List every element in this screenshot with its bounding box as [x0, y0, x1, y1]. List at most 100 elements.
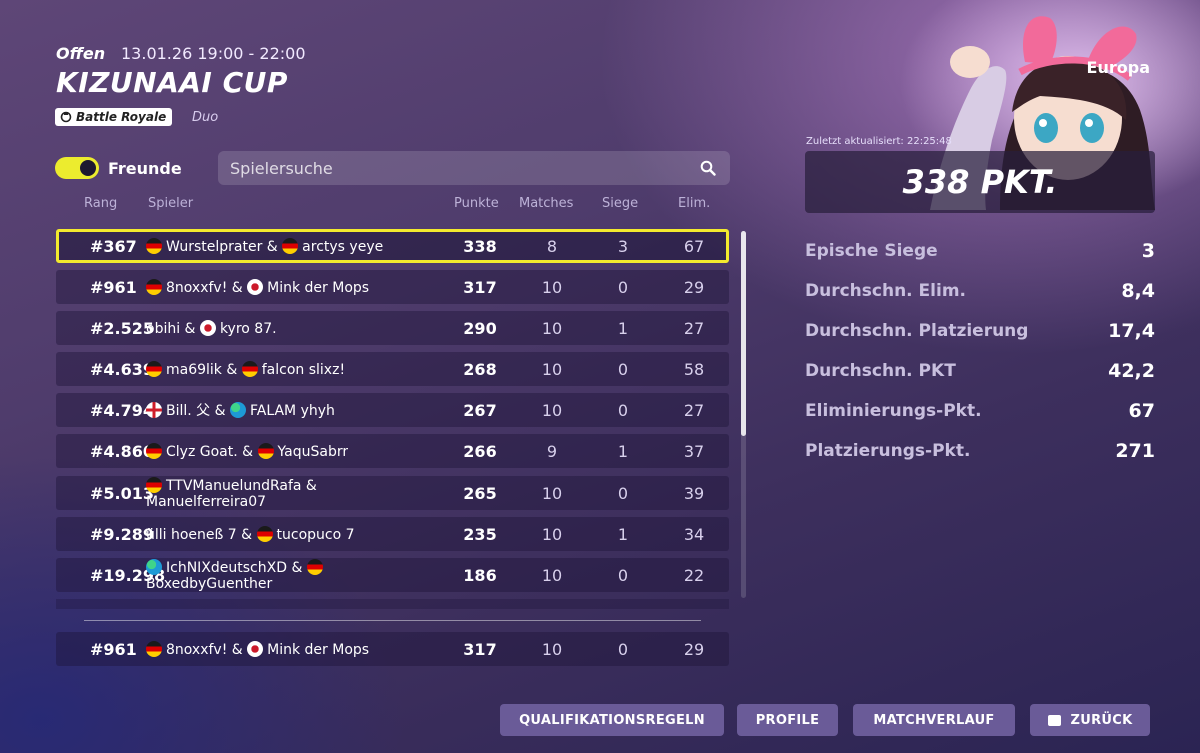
- flag-icon: [247, 640, 264, 657]
- battle-royale-icon: [60, 111, 72, 123]
- leaderboard-row[interactable]: #4.639 ma69lik & falcon slixz! 268 10 0 58: [56, 352, 729, 386]
- player-2-name: Mink der Mops: [267, 279, 370, 296]
- player-2-name: tucopuco 7: [276, 526, 355, 543]
- matches: 10: [541, 639, 563, 659]
- player-1-name: TTVManuelundRafa: [166, 477, 302, 494]
- divider: [84, 620, 701, 621]
- qualification-rules-label: QUALIFIKATIONSREGELN: [519, 712, 705, 728]
- leaderboard-row[interactable]: #961 8noxxfv! & Mink der Mops 317 10 0 29: [56, 632, 729, 666]
- column-rank: Rang: [84, 196, 118, 211]
- stat-label-elim-points: Eliminierungs-Pkt.: [805, 401, 982, 421]
- player-2-name: YaquSabrr: [277, 443, 349, 460]
- toggle-knob: [80, 160, 96, 176]
- flag-icon: [247, 278, 264, 295]
- team-players: IchNIXdeutschXD & BoxedbyGuenther: [146, 558, 438, 592]
- rank: #4.860: [90, 441, 155, 461]
- stat-value-epic-wins: 3: [1141, 240, 1155, 262]
- leaderboard-row[interactable]: #4.794 Bill. 父 & FALAM yhyh 267 10 0 27: [56, 393, 729, 427]
- wins: 0: [617, 565, 629, 585]
- matches: 10: [541, 565, 563, 585]
- leaderboard-row[interactable]: #961 8noxxfv! & Mink der Mops 317 10 0 29: [56, 270, 729, 304]
- esc-key-icon: [1047, 714, 1061, 726]
- stat-label-placement-points: Platzierungs-Pkt.: [805, 441, 971, 461]
- wins: 0: [617, 359, 629, 379]
- player-1-name: Clyz Goat.: [166, 443, 238, 460]
- search-icon[interactable]: [700, 160, 716, 176]
- flag-icon: [146, 360, 162, 377]
- flag-icon: [146, 558, 162, 575]
- region-label: Europa: [1086, 58, 1150, 77]
- scrollbar-thumb[interactable]: [741, 231, 746, 436]
- rank: #4.794: [90, 400, 155, 420]
- elims: 39: [683, 483, 705, 503]
- points: 266: [463, 441, 497, 461]
- mode-badge: Battle Royale: [55, 108, 173, 126]
- profiles-label: PROFILE: [755, 712, 820, 728]
- partial-row: [56, 599, 729, 609]
- rank: #961: [90, 639, 137, 659]
- rank: #9.289: [90, 524, 155, 544]
- points: 265: [463, 483, 497, 503]
- stat-label-avg-elims: Durchschn. Elim.: [805, 281, 966, 301]
- flag-icon: [199, 319, 216, 336]
- stat-value-avg-placement: 17,4: [1108, 320, 1155, 342]
- back-button[interactable]: ZURÜCK: [1030, 704, 1150, 736]
- leaderboard-row-highlighted[interactable]: #367 Wurstelprater & arctys yeye 338 8 3 67: [56, 229, 729, 263]
- player-2-name: falcon slixz!: [261, 361, 346, 378]
- player-2-name: arctys yeye: [302, 238, 384, 255]
- matches: 9: [546, 441, 558, 461]
- team-players: ma69lik & falcon slixz!: [146, 352, 438, 386]
- player-2-name: FALAM yhyh: [250, 402, 335, 419]
- team-players: Clyz Goat. & YaquSabrr: [146, 434, 438, 468]
- player-search[interactable]: [218, 151, 730, 185]
- leaderboard-row[interactable]: #9.289 ülli hoeneß 7 & tucopuco 7 235 10 1 34: [56, 517, 729, 551]
- matches: 10: [541, 359, 563, 379]
- wins: 0: [617, 639, 629, 659]
- points: 338: [463, 236, 497, 256]
- total-points-box: 338 PKT.: [805, 151, 1155, 213]
- player-2-name: kyro 87.: [219, 320, 277, 337]
- search-input[interactable]: [230, 151, 670, 185]
- event-title: KIZUNAAI CUP: [56, 66, 288, 99]
- team-size: Duo: [192, 110, 219, 125]
- flag-icon: [257, 442, 274, 459]
- leaderboard-row[interactable]: #2.525 obihi & kyro 87. 290 10 1 27: [56, 311, 729, 345]
- elims: 29: [683, 639, 705, 659]
- player-1-name: ma69lik: [166, 361, 222, 378]
- team-players: Wurstelprater & arctys yeye: [146, 229, 438, 263]
- wins: 1: [617, 318, 629, 338]
- profiles-button[interactable]: PROFILE: [737, 704, 838, 736]
- flag-icon: [146, 237, 162, 254]
- stat-value-avg-elims: 8,4: [1121, 280, 1155, 302]
- matches: 10: [541, 318, 563, 338]
- points: 317: [463, 639, 497, 659]
- wins: 3: [617, 236, 629, 256]
- match-history-button[interactable]: MATCHVERLAUF: [853, 704, 1015, 736]
- elims: 67: [683, 236, 705, 256]
- friends-toggle[interactable]: [55, 157, 99, 179]
- qualification-rules-button[interactable]: QUALIFIKATIONSREGELN: [500, 704, 724, 736]
- total-points: 338 PKT.: [902, 163, 1058, 201]
- player-1-name: ülli hoeneß 7: [146, 526, 237, 543]
- stat-value-elim-points: 67: [1128, 400, 1155, 422]
- back-label: ZURÜCK: [1070, 712, 1133, 728]
- leaderboard-row[interactable]: #19.298 IchNIXdeutschXD & BoxedbyGuenther…: [56, 558, 729, 592]
- matches: 8: [546, 236, 558, 256]
- leaderboard-row[interactable]: #4.860 Clyz Goat. & YaquSabrr 266 9 1 37: [56, 434, 729, 468]
- team-players: TTVManuelundRafa & Manuelferreira07: [146, 476, 317, 510]
- elims: 58: [683, 359, 705, 379]
- wins: 0: [617, 400, 629, 420]
- leaderboard-row[interactable]: #5.013 TTVManuelundRafa & Manuelferreira0…: [56, 476, 729, 510]
- flag-icon: [256, 525, 273, 542]
- wins: 1: [617, 441, 629, 461]
- last-updated: Zuletzt aktualisiert: 22:25:48: [806, 136, 952, 147]
- stat-value-avg-points: 42,2: [1108, 360, 1155, 382]
- team-players: 8noxxfv! & Mink der Mops: [146, 270, 438, 304]
- matches: 10: [541, 524, 563, 544]
- points: 268: [463, 359, 497, 379]
- flag-icon: [241, 360, 258, 377]
- elims: 22: [683, 565, 705, 585]
- team-players: ülli hoeneß 7 & tucopuco 7: [146, 525, 355, 543]
- wins: 1: [617, 524, 629, 544]
- team-players: Bill. 父 & FALAM yhyh: [146, 393, 438, 427]
